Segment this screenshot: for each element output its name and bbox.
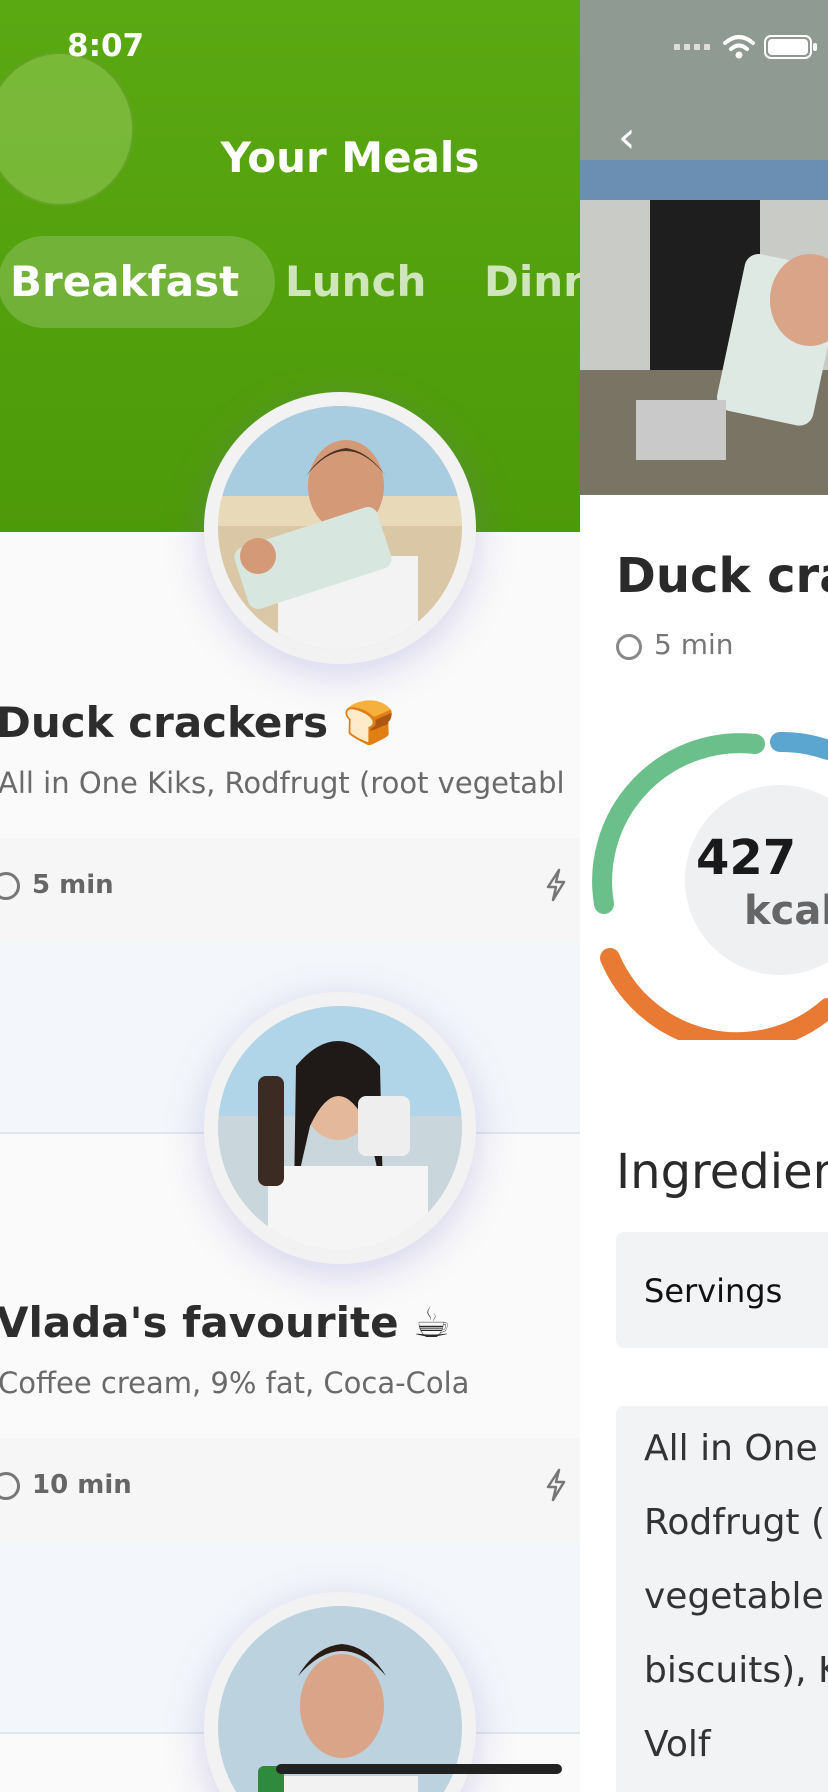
status-time: 8:07 [67,28,145,64]
detail-photo: ‹ [580,0,828,495]
ingredient-list: All in One K Rodfrugt (r vegetable biscu… [616,1406,828,1792]
wifi-icon [723,35,755,59]
page-title: Your Meals [220,133,480,182]
servings-stepper[interactable]: Servings [616,1232,828,1348]
meal-title[interactable]: Duck crackers 🍞 [0,698,395,748]
meal-photo [218,406,462,650]
servings-label: Servings [644,1272,783,1310]
ingredients-heading: Ingredien [616,1144,828,1200]
lightning-icon [546,868,566,902]
tab-dinner[interactable]: Dinn [484,236,580,328]
lightning-icon [546,1468,566,1502]
floating-bubble[interactable] [0,52,134,206]
clock-icon [0,1472,20,1500]
kcal-unit: kcal [744,888,828,934]
home-indicator[interactable] [276,1764,562,1774]
meal-ingredients: Coffee cream, 9% fat, Coca-Cola [0,1366,470,1400]
meal-photo [218,1006,462,1250]
clock-icon [0,872,20,900]
cellular-icon [674,44,710,50]
detail-title: Duck cra [616,548,828,604]
detail-duration: 5 min [654,628,734,661]
meal-duration: 10 min [32,1470,132,1500]
ingredient-line: Rodfrugt (r [644,1502,828,1543]
back-chevron-icon[interactable]: ‹ [618,112,636,163]
meal-meta-row: 5 min [0,838,580,944]
tab-breakfast[interactable]: Breakfast [0,236,276,328]
meal-avatar[interactable] [204,992,476,1264]
kcal-value: 427 [696,830,797,886]
meal-avatar[interactable] [204,392,476,664]
ingredient-line: Volf [644,1724,711,1765]
meal-detail-screen: ‹ Duck cra 5 min 4 [580,0,828,1792]
ring-segment-blue [770,732,828,760]
ingredient-line: biscuits), K [644,1650,828,1691]
meal-meta-row: 10 min [0,1438,580,1544]
clock-icon [616,634,642,660]
meal-title[interactable]: Vlada's favourite ☕ [0,1298,451,1347]
ingredient-line: All in One K [644,1428,828,1469]
meal-ingredients: All in One Kiks, Rodfrugt (root vegetabl [0,766,565,800]
meal-duration: 5 min [32,870,114,900]
battery-icon [764,35,817,59]
status-icons [674,34,818,60]
meals-list-screen: 8:07 Your Meals Breakfast Lunch Dinn Duc… [0,0,580,1792]
tab-lunch[interactable]: Lunch [285,236,426,328]
ingredient-line: vegetable [644,1576,824,1617]
